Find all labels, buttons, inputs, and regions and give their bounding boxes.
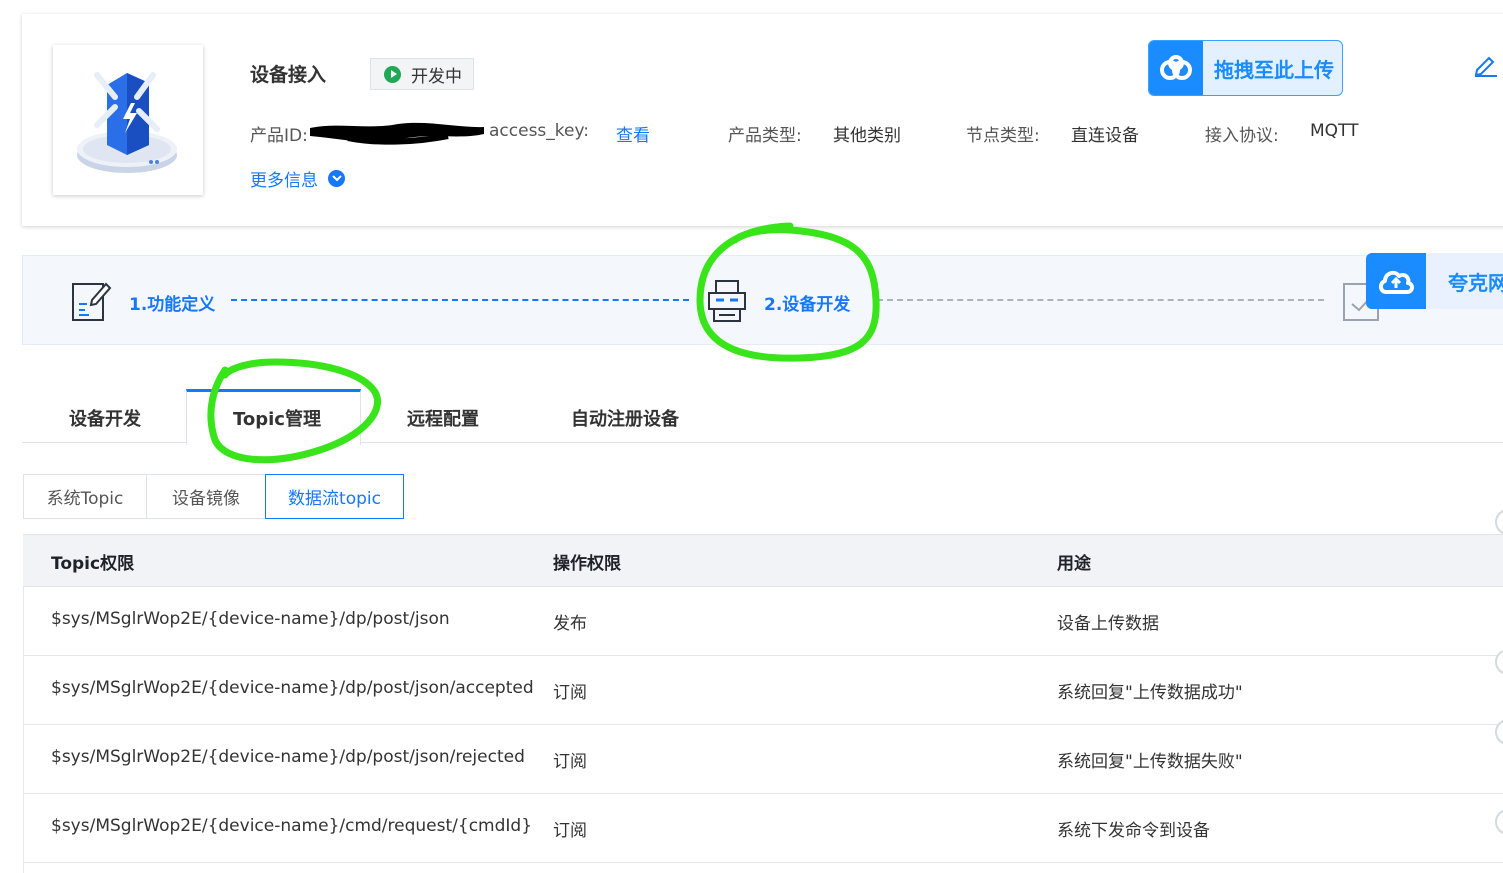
node-type-label: 节点类型: [966, 126, 1040, 146]
chevron-down-icon [328, 170, 345, 187]
column-header-topic: Topic权限 [51, 554, 135, 574]
step-function-definition[interactable]: 1.功能定义 [129, 290, 215, 315]
usage-cell: 系统下发命令到设备 [1057, 821, 1210, 841]
quark-label: 夸克网 [1448, 270, 1503, 295]
function-definition-icon [72, 282, 112, 321]
quark-float-button[interactable]: 夸克网 [1366, 253, 1503, 309]
device-development-icon [708, 280, 746, 322]
side-toolbar[interactable] [1494, 492, 1503, 872]
tab-remote-config[interactable]: 远程配置 [407, 405, 479, 431]
table-header [23, 534, 1503, 587]
step-device-development[interactable]: 2.设备开发 [764, 290, 850, 315]
subtab-device-shadow[interactable]: 设备镜像 [146, 474, 266, 519]
usage-cell: 系统回复"上传数据成功" [1057, 683, 1243, 703]
product-name: 设备接入 [250, 64, 327, 86]
product-image [53, 45, 203, 195]
subtab-dataflow-topic[interactable]: 数据流topic [265, 474, 404, 519]
protocol-label: 接入协议: [1205, 126, 1279, 146]
table-row [23, 863, 1503, 873]
node-type-value: 直连设备 [1071, 126, 1139, 146]
product-type-label: 产品类型: [728, 126, 802, 146]
tab-auto-register[interactable]: 自动注册设备 [571, 405, 679, 431]
status-play-icon [384, 65, 401, 83]
tab-device-development[interactable]: 设备开发 [69, 405, 141, 431]
operation-cell: 订阅 [553, 821, 587, 841]
step-connector-pending [877, 299, 1324, 301]
access-key-view-link[interactable]: 查看 [616, 121, 650, 146]
protocol-value: MQTT [1310, 121, 1359, 141]
cloud-upload-icon [1149, 41, 1203, 95]
product-type-value: 其他类别 [833, 126, 901, 146]
access-key-label: access_key: [489, 121, 590, 141]
topic-cell: $sys/MSglrWop2E/{device-name}/dp/post/js… [51, 747, 525, 767]
edit-icon[interactable] [1472, 52, 1498, 78]
product-id-label: 产品ID: [250, 126, 308, 146]
redacted-product-id [310, 122, 484, 145]
tab-topic-management[interactable]: Topic管理 [233, 405, 321, 431]
column-header-usage: 用途 [1057, 554, 1091, 574]
status-text: 开发中 [411, 66, 462, 87]
column-header-operation: 操作权限 [553, 554, 621, 574]
device-illustration-icon [77, 72, 177, 173]
subtab-system-topic[interactable]: 系统Topic [23, 474, 147, 519]
status-badge: 开发中 [370, 58, 474, 90]
drag-upload-button[interactable]: 拖拽至此上传 [1148, 40, 1343, 96]
step-connector-done [231, 299, 689, 301]
operation-cell: 订阅 [553, 752, 587, 772]
operation-cell: 订阅 [553, 683, 587, 703]
more-info-toggle[interactable]: 更多信息 [250, 166, 345, 191]
usage-cell: 设备上传数据 [1057, 614, 1159, 634]
more-info-label: 更多信息 [250, 171, 318, 191]
topic-cell: $sys/MSglrWop2E/{device-name}/dp/post/js… [51, 609, 450, 629]
topic-cell: $sys/MSglrWop2E/{device-name}/dp/post/js… [51, 678, 534, 698]
usage-cell: 系统回复"上传数据失败" [1057, 752, 1243, 772]
cloud-icon [1366, 253, 1426, 309]
topic-cell: $sys/MSglrWop2E/{device-name}/cmd/reques… [51, 816, 533, 836]
upload-label: 拖拽至此上传 [1214, 57, 1334, 82]
operation-cell: 发布 [553, 614, 587, 634]
